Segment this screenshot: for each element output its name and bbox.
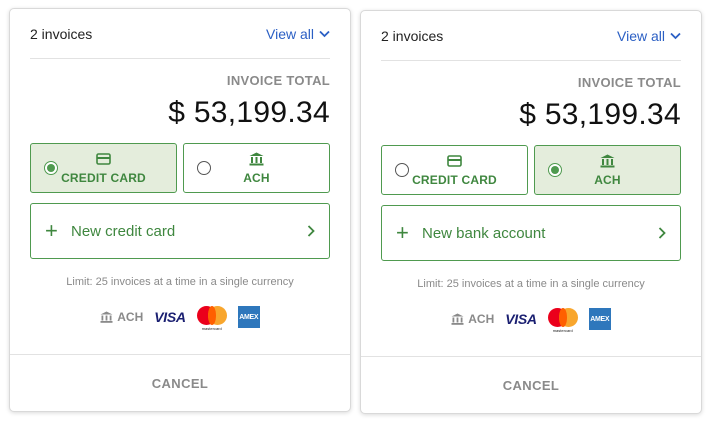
bank-icon <box>600 154 615 168</box>
method-label: CREDIT CARD <box>61 170 146 185</box>
method-credit-card-option[interactable]: CREDIT CARD <box>30 143 177 193</box>
ach-radio[interactable] <box>548 163 562 177</box>
payment-panel-credit-card: 2 invoices View all INVOICE TOTAL $ 53,1… <box>9 8 351 412</box>
chevron-right-icon <box>307 225 315 237</box>
ach-radio[interactable] <box>197 161 211 175</box>
visa-logo: VISA <box>505 311 537 327</box>
limit-note: Limit: 25 invoices at a time in a single… <box>417 278 645 290</box>
amex-logo: AMEX <box>237 306 260 328</box>
invoice-total-label: INVOICE TOTAL <box>226 73 330 88</box>
cancel-button[interactable]: CANCEL <box>503 378 560 393</box>
chevron-down-icon <box>319 30 330 37</box>
invoice-total-amount: $ 53,199.34 <box>519 98 681 131</box>
panel-footer: CANCEL <box>10 354 350 411</box>
mastercard-logo: mastercard <box>196 306 227 331</box>
mastercard-logo: mastercard <box>547 308 578 333</box>
new-bank-account-button[interactable]: + New bank account <box>381 205 681 261</box>
credit-card-icon <box>96 152 111 166</box>
ach-logo: ACH <box>100 310 143 324</box>
payment-method-selector: CREDIT CARD ACH <box>381 145 681 195</box>
new-item-label: New credit card <box>71 222 176 240</box>
visa-logo: VISA <box>154 309 186 325</box>
method-ach-option[interactable]: ACH <box>183 143 330 193</box>
view-all-link[interactable]: View all <box>266 26 330 42</box>
bank-icon <box>249 152 264 166</box>
ach-logo-text: ACH <box>468 312 495 326</box>
ach-logo-text: ACH <box>117 310 144 324</box>
payment-method-selector: CREDIT CARD ACH <box>30 143 330 193</box>
view-all-label: View all <box>266 25 314 42</box>
ach-logo: ACH <box>451 312 494 326</box>
invoice-total-label: INVOICE TOTAL <box>577 75 681 90</box>
payment-panel-ach: 2 invoices View all INVOICE TOTAL $ 53,1… <box>360 10 702 414</box>
method-credit-card-option[interactable]: CREDIT CARD <box>381 145 528 195</box>
amex-logo: AMEX <box>588 308 611 330</box>
panel-header: 2 invoices View all <box>30 9 330 59</box>
bank-icon <box>100 311 113 323</box>
chevron-down-icon <box>670 32 681 39</box>
view-all-label: View all <box>617 27 665 44</box>
method-label: CREDIT CARD <box>412 172 497 187</box>
credit-card-icon <box>447 154 462 168</box>
payment-logos: ACH VISA mastercard AMEX <box>381 307 681 333</box>
credit-card-radio[interactable] <box>395 163 409 177</box>
chevron-right-icon <box>658 227 666 239</box>
mastercard-logo-text: mastercard <box>552 328 573 333</box>
bank-icon <box>451 313 464 325</box>
method-label: ACH <box>594 172 621 187</box>
panel-header: 2 invoices View all <box>381 11 681 61</box>
plus-icon: + <box>396 220 409 245</box>
invoice-total-amount: $ 53,199.34 <box>168 96 330 129</box>
credit-card-radio[interactable] <box>44 161 58 175</box>
plus-icon: + <box>45 218 58 243</box>
invoice-count: 2 invoices <box>381 27 444 44</box>
new-item-label: New bank account <box>422 224 546 242</box>
method-ach-option[interactable]: ACH <box>534 145 681 195</box>
limit-note: Limit: 25 invoices at a time in a single… <box>66 276 294 288</box>
invoice-count: 2 invoices <box>30 25 93 42</box>
mastercard-logo-text: mastercard <box>201 326 222 331</box>
view-all-link[interactable]: View all <box>617 28 681 44</box>
method-label: ACH <box>243 170 270 185</box>
panel-footer: CANCEL <box>361 356 701 413</box>
payment-logos: ACH VISA mastercard AMEX <box>30 305 330 331</box>
cancel-button[interactable]: CANCEL <box>152 376 209 391</box>
new-credit-card-button[interactable]: + New credit card <box>30 203 330 259</box>
